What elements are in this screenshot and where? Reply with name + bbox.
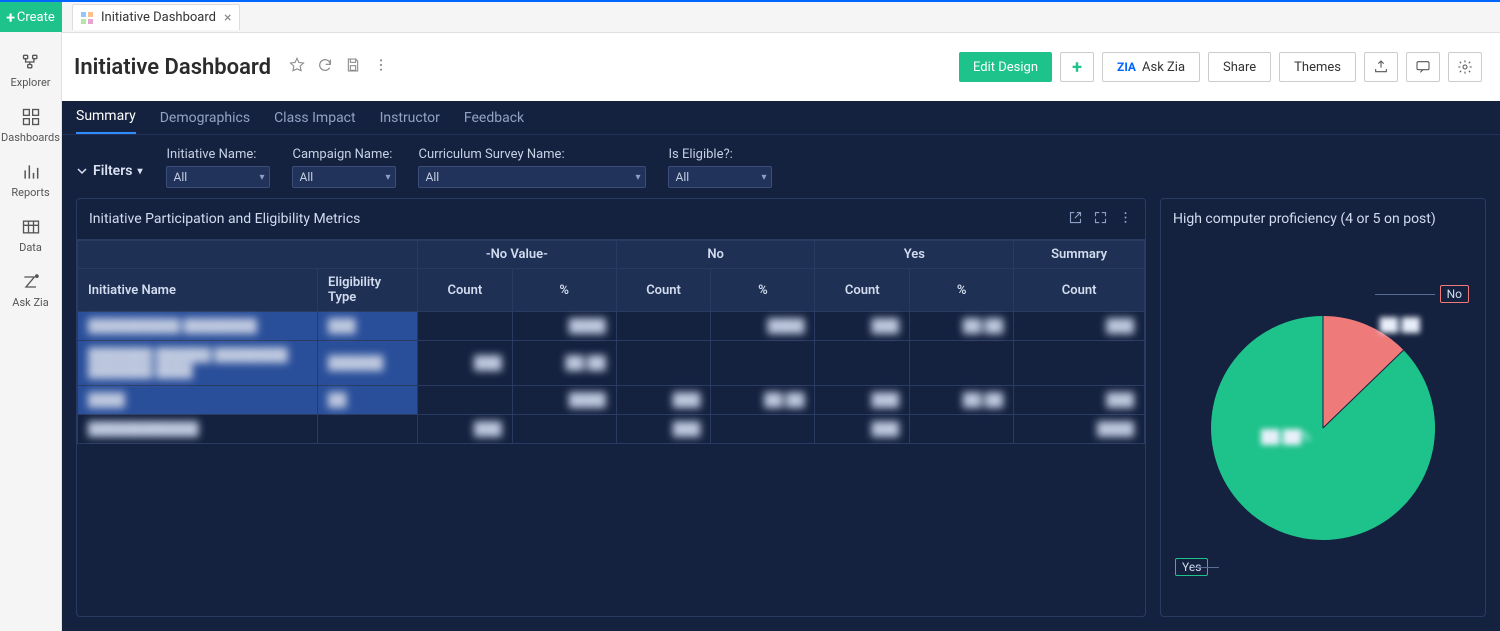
export-button[interactable] xyxy=(1364,52,1398,82)
sub-tabs: Summary Demographics Class Impact Instructo… xyxy=(62,101,1500,135)
expand-icon[interactable] xyxy=(1093,210,1108,229)
filters-row: Filters ▾ Initiative Name:AllCampaign Na… xyxy=(62,135,1500,198)
filter-0: Initiative Name: All xyxy=(166,147,270,188)
subtab-instructor[interactable]: Instructor xyxy=(380,110,440,134)
content-area: Summary Demographics Class Impact Instructo… xyxy=(62,101,1500,631)
page-title: Initiative Dashboard xyxy=(74,55,271,80)
filters-toggle[interactable]: Filters ▾ xyxy=(76,147,142,179)
tab-title: Initiative Dashboard xyxy=(101,10,216,25)
refresh-icon[interactable] xyxy=(317,57,333,77)
table-row[interactable]: █████████████████████████ xyxy=(78,415,1145,444)
nav-reports[interactable]: Reports xyxy=(0,152,62,207)
zia-icon: ZIA xyxy=(1117,60,1136,74)
bars-icon xyxy=(21,162,41,182)
settings-button[interactable] xyxy=(1448,52,1482,82)
subtab-demographics[interactable]: Demographics xyxy=(160,110,250,134)
nav-dashboards[interactable]: Dashboards xyxy=(0,97,62,152)
pie-chart: ██.██ ██.██% No Yes xyxy=(1161,239,1485,616)
subtab-summary[interactable]: Summary xyxy=(76,108,136,134)
col-group-no: No xyxy=(616,241,815,269)
pie-value-no: ██.██ xyxy=(1380,317,1420,333)
col-group-summary: Summary xyxy=(1014,241,1145,269)
filter-label: Initiative Name: xyxy=(166,147,270,162)
col-eligibility-type: Eligibility Type xyxy=(318,269,418,312)
pie-value-yes: ██.██% xyxy=(1261,429,1311,445)
star-icon[interactable] xyxy=(289,57,305,77)
filter-1: Campaign Name: All xyxy=(292,147,396,188)
filter-label: Campaign Name: xyxy=(292,147,396,162)
subtab-class-impact[interactable]: Class Impact xyxy=(274,110,356,134)
export-icon xyxy=(1373,59,1389,75)
col-initiative-name: Initiative Name xyxy=(78,269,318,312)
filter-3: Is Eligible?: All xyxy=(668,147,772,188)
kebab-icon[interactable] xyxy=(373,57,389,77)
filter-select[interactable]: All xyxy=(166,166,270,188)
close-icon[interactable]: × xyxy=(224,10,231,26)
filter-label: Curriculum Survey Name: xyxy=(418,147,646,162)
pie-widget-title: High computer proficiency (4 or 5 on pos… xyxy=(1173,211,1473,227)
table-widget: Initiative Participation and Eligibility… xyxy=(76,198,1146,617)
filter-select[interactable]: All xyxy=(668,166,772,188)
table-icon xyxy=(21,217,41,237)
nav-explorer[interactable]: Explorer xyxy=(0,42,62,97)
filters-label: Filters xyxy=(93,163,132,179)
save-icon[interactable] xyxy=(345,57,361,77)
table-widget-title: Initiative Participation and Eligibility… xyxy=(89,211,1058,227)
col-group-yes: Yes xyxy=(815,241,1014,269)
filter-select[interactable]: All xyxy=(292,166,396,188)
table-row[interactable]: ███████ ██████ ████████ ███████ ████████… xyxy=(78,341,1145,386)
widgets-row: Initiative Participation and Eligibility… xyxy=(62,198,1500,631)
col-group-novalue: -No Value- xyxy=(418,241,617,269)
pie-legend-no[interactable]: No xyxy=(1440,285,1469,303)
nav-label: Explorer xyxy=(10,76,50,89)
left-sidebar: + Create Explorer Dashboards Reports Dat… xyxy=(0,2,62,631)
title-bar: Initiative Dashboard Edit Design + ZIAAs… xyxy=(62,33,1500,101)
filter-select[interactable]: All xyxy=(418,166,646,188)
caret-icon: ▾ xyxy=(137,166,142,177)
action-bar: Edit Design + ZIAAsk Zia Share Themes xyxy=(959,52,1482,82)
popout-icon[interactable] xyxy=(1068,210,1083,229)
ask-zia-button[interactable]: ZIAAsk Zia xyxy=(1102,52,1200,82)
create-label: Create xyxy=(17,10,55,25)
filter-2: Curriculum Survey Name: All xyxy=(418,147,646,188)
table-row[interactable]: ██████████ ████████████████████████.████… xyxy=(78,312,1145,341)
subtab-feedback[interactable]: Feedback xyxy=(464,110,524,134)
plus-icon: + xyxy=(6,8,15,27)
nav-label: Dashboards xyxy=(1,131,60,144)
zia-icon xyxy=(21,272,41,292)
gear-icon xyxy=(1457,59,1473,75)
metrics-table: -No Value- No Yes Summary Initiative Nam… xyxy=(77,240,1145,444)
themes-button[interactable]: Themes xyxy=(1279,52,1356,82)
chat-icon xyxy=(1415,59,1431,75)
table-row[interactable]: ███████████████.███████.█████ xyxy=(78,386,1145,415)
tab-strip: Initiative Dashboard × xyxy=(62,2,1500,33)
pie-widget: High computer proficiency (4 or 5 on pos… xyxy=(1160,198,1486,617)
main-area: Initiative Dashboard × Initiative Dashbo… xyxy=(62,2,1500,631)
nav-ask-zia[interactable]: Ask Zia xyxy=(0,262,62,317)
dashboard-tab-icon xyxy=(81,12,93,24)
nav-label: Reports xyxy=(11,186,49,199)
tree-icon xyxy=(21,52,41,72)
share-button[interactable]: Share xyxy=(1208,52,1271,82)
add-widget-button[interactable]: + xyxy=(1060,52,1094,82)
filter-label: Is Eligible?: xyxy=(668,147,772,162)
create-button[interactable]: + Create xyxy=(0,2,62,32)
nav-label: Data xyxy=(19,241,42,254)
kebab-icon[interactable] xyxy=(1118,210,1133,229)
nav-label: Ask Zia xyxy=(12,296,48,309)
comments-button[interactable] xyxy=(1406,52,1440,82)
tab-initiative-dashboard[interactable]: Initiative Dashboard × xyxy=(72,4,240,30)
edit-design-button[interactable]: Edit Design xyxy=(959,52,1052,82)
grid-icon xyxy=(21,107,41,127)
nav-data[interactable]: Data xyxy=(0,207,62,262)
chevron-down-icon xyxy=(76,165,88,177)
